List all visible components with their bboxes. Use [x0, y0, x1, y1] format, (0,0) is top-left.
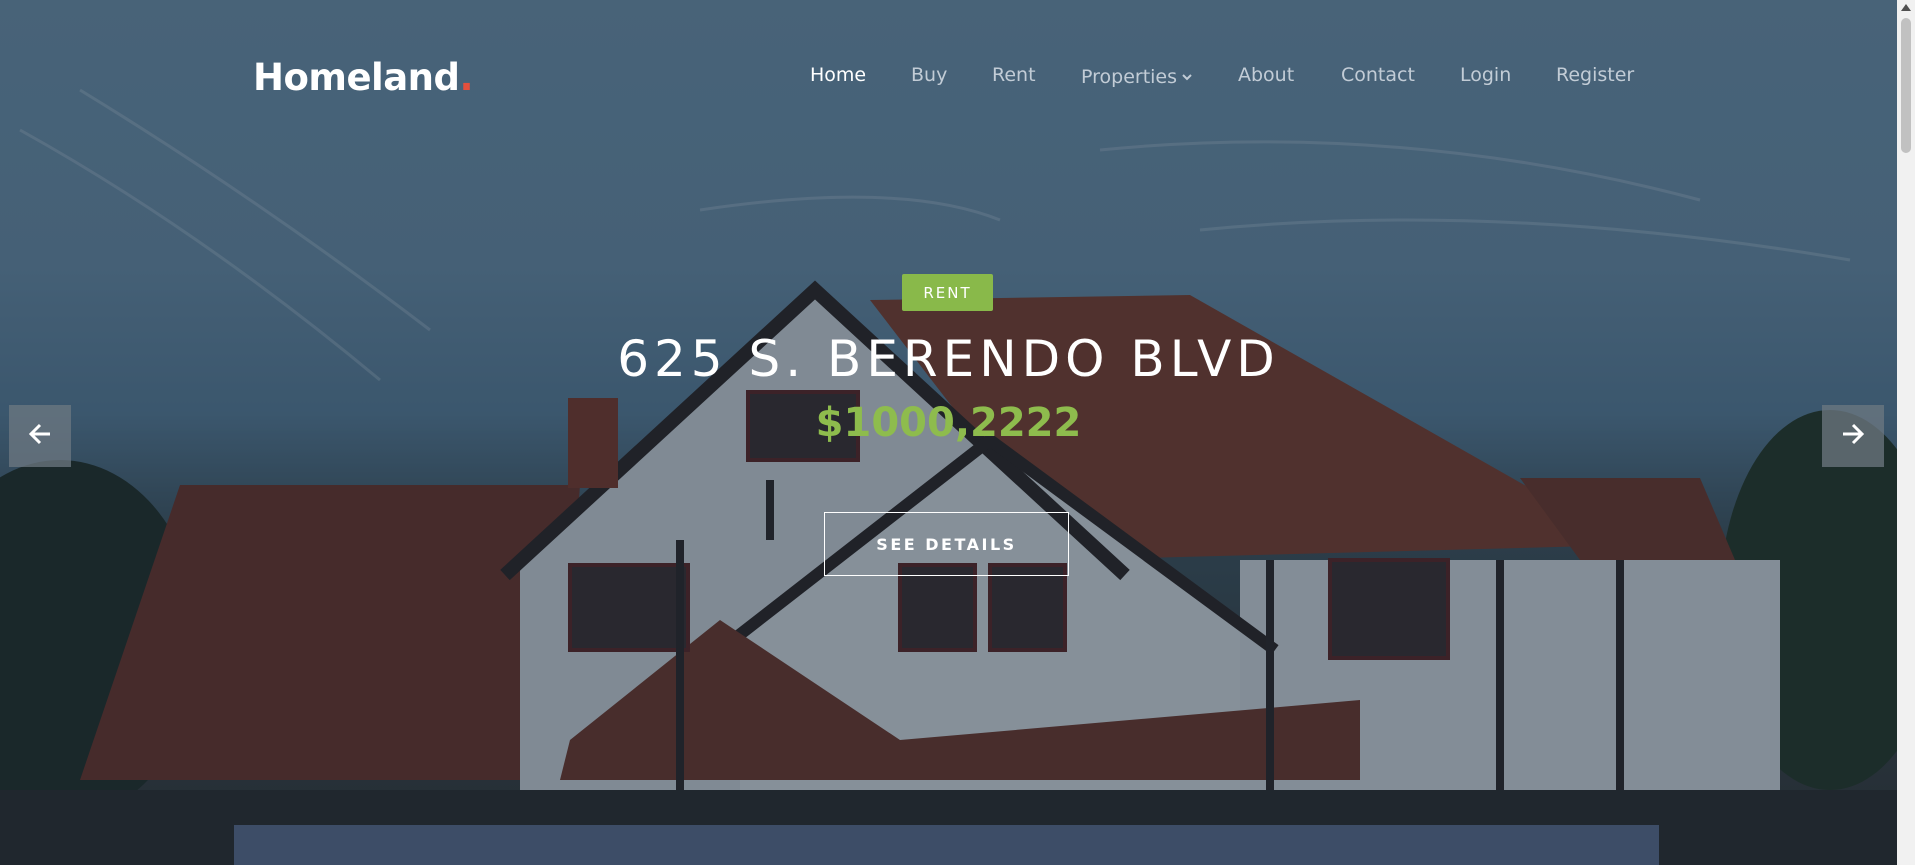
- property-price: $1000,2222: [815, 400, 1082, 446]
- see-details-button[interactable]: SEE DETAILS: [824, 512, 1069, 576]
- nav-item-rent[interactable]: Rent: [992, 64, 1036, 86]
- nav-item-about[interactable]: About: [1238, 64, 1294, 86]
- nav-item-properties-label: Properties: [1081, 66, 1178, 88]
- logo-dot: .: [459, 56, 474, 99]
- nav-item-properties[interactable]: Properties: [1081, 64, 1192, 88]
- scroll-up-icon[interactable]: [1901, 4, 1911, 11]
- top-navbar: Homeland. Home Buy Rent Properties About…: [0, 0, 1897, 160]
- nav-item-home[interactable]: Home: [810, 64, 866, 86]
- scroll-thumb[interactable]: [1901, 18, 1911, 153]
- arrow-right-icon: [1841, 423, 1865, 449]
- site-logo[interactable]: Homeland.: [253, 56, 474, 99]
- chevron-down-icon: [1182, 64, 1192, 86]
- logo-text: Homeland: [253, 56, 460, 99]
- nav-item-buy[interactable]: Buy: [911, 64, 947, 86]
- slider-next-button[interactable]: [1822, 405, 1884, 467]
- nav-item-contact[interactable]: Contact: [1341, 64, 1415, 86]
- slider-prev-button[interactable]: [9, 405, 71, 467]
- nav-item-register[interactable]: Register: [1556, 64, 1634, 86]
- property-address-title: 625 S. BERENDO BLVD: [617, 330, 1280, 388]
- page-scrollbar[interactable]: [1897, 0, 1915, 865]
- listing-type-badge: RENT: [902, 274, 993, 311]
- search-panel: [234, 825, 1659, 865]
- nav-item-login[interactable]: Login: [1460, 64, 1511, 86]
- arrow-left-icon: [28, 423, 52, 449]
